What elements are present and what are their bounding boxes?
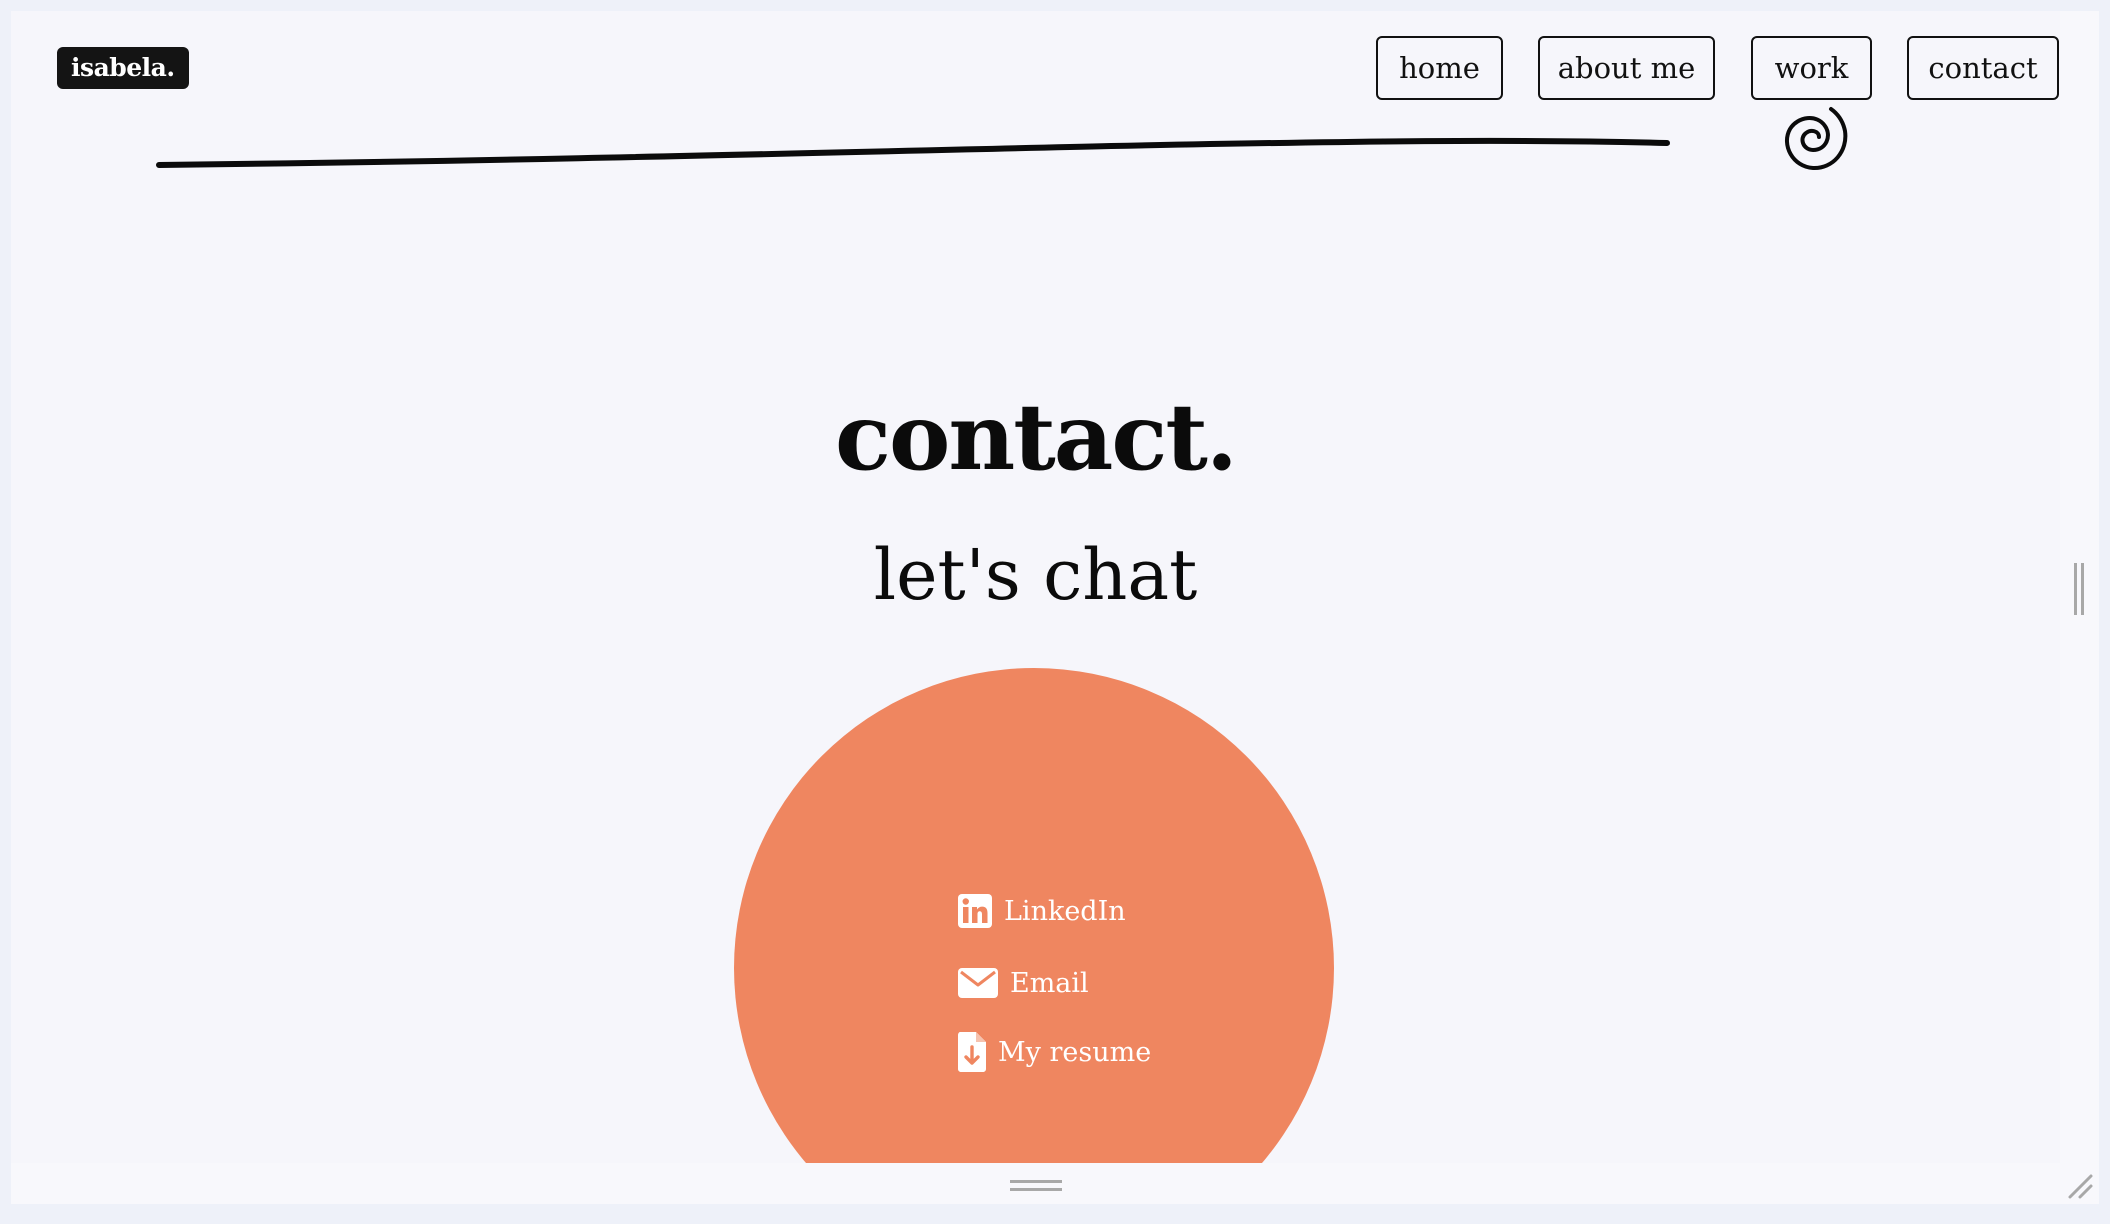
page-title: contact. xyxy=(835,383,1238,491)
resize-corner-icon[interactable] xyxy=(2066,1172,2094,1200)
header-decoration xyxy=(156,107,1848,171)
resume-link[interactable]: My resume xyxy=(957,1028,1151,1076)
resume-label: My resume xyxy=(998,1036,1152,1068)
page-viewport: isabela. home about me work contact cont… xyxy=(11,11,2060,1163)
page-subtitle: let's chat xyxy=(873,534,1198,616)
linkedin-icon xyxy=(958,894,992,928)
envelope-icon xyxy=(958,968,998,998)
linkedin-link[interactable]: LinkedIn xyxy=(957,887,1126,935)
horizontal-resize-handle[interactable] xyxy=(1010,1180,1062,1191)
vertical-resize-handle[interactable] xyxy=(2074,563,2084,615)
linkedin-label: LinkedIn xyxy=(1004,895,1126,927)
hand-drawn-underline xyxy=(156,137,1670,168)
email-label: Email xyxy=(1010,967,1089,999)
email-link[interactable]: Email xyxy=(957,959,1089,1007)
file-download-icon xyxy=(958,1032,986,1072)
spiral-icon xyxy=(1784,107,1848,171)
